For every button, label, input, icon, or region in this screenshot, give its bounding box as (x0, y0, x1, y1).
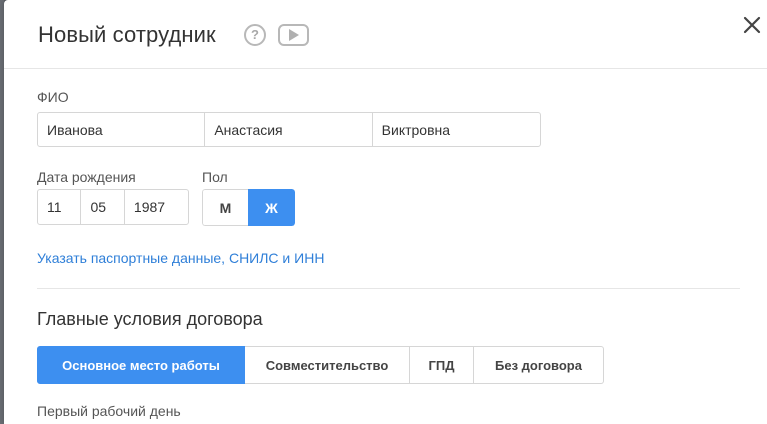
birth-date-label: Дата рождения (37, 169, 136, 185)
birth-month-input[interactable]: 05 (81, 190, 125, 224)
tab-gpd[interactable]: ГПД (410, 346, 474, 384)
tab-part-time[interactable]: Совместительство (245, 346, 410, 384)
passport-details-link[interactable]: Указать паспортные данные, СНИЛС и ИНН (37, 250, 324, 266)
tab-main-workplace[interactable]: Основное место работы (37, 346, 245, 384)
play-video-icon[interactable] (278, 24, 309, 46)
gender-label: Пол (202, 169, 228, 185)
birth-date-field-group: 11 05 1987 (37, 189, 189, 225)
gender-female-button[interactable]: Ж (248, 189, 295, 226)
fio-label: ФИО (37, 89, 69, 105)
new-employee-dialog: Новый сотрудник ? ФИО Иванова Анастасия … (4, 0, 767, 424)
first-name-input[interactable]: Анастасия (205, 113, 373, 146)
birth-year-input[interactable]: 1987 (125, 190, 188, 224)
close-icon[interactable] (739, 12, 765, 38)
last-name-input[interactable]: Иванова (38, 113, 206, 146)
birth-day-input[interactable]: 11 (38, 190, 82, 224)
gender-toggle: М Ж (202, 189, 295, 226)
dialog-header: Новый сотрудник ? (4, 0, 767, 69)
dialog-title: Новый сотрудник (38, 22, 216, 47)
middle-name-input[interactable]: Виктровна (373, 113, 540, 146)
tab-no-contract[interactable]: Без договора (474, 346, 604, 384)
fio-field-group: Иванова Анастасия Виктровна (37, 112, 541, 147)
first-work-day-label: Первый рабочий день (37, 403, 181, 419)
gender-male-button[interactable]: М (202, 189, 248, 226)
contract-section-title: Главные условия договора (37, 309, 263, 329)
contract-type-tabs: Основное место работы Совместительство Г… (37, 346, 604, 384)
question-circle-icon[interactable]: ? (244, 24, 266, 46)
section-divider (37, 288, 740, 289)
